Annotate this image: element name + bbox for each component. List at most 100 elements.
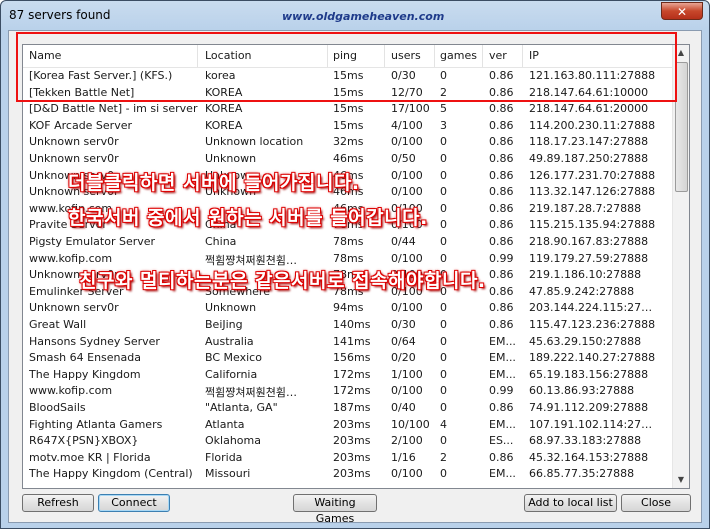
column-divider[interactable]: [197, 45, 198, 67]
cell-location: Missouri: [205, 467, 251, 481]
column-divider[interactable]: [434, 45, 435, 67]
cell-users: 0/50: [391, 152, 416, 165]
column-divider[interactable]: [384, 45, 385, 67]
cell-ip: 118.17.23.147:27888: [529, 135, 649, 149]
cell-location: Atlanta: [205, 417, 245, 431]
column-header-ip[interactable]: IP: [529, 49, 539, 62]
cell-games: 0: [440, 235, 447, 248]
cell-ver: 0.99: [489, 251, 514, 265]
cell-location: California: [205, 367, 258, 381]
table-row[interactable]: Unknown serv0r Unknown location 32ms 0/100 0…: [23, 134, 675, 151]
cell-ip: 218.147.64.61:20000: [529, 102, 649, 116]
column-divider[interactable]: [522, 45, 523, 67]
table-row[interactable]: The Happy Kingdom (Central) Missouri 203ms…: [23, 466, 675, 483]
table-row[interactable]: The Happy Kingdom California 172ms 1/100 0 EM…: [23, 367, 675, 384]
column-header-location[interactable]: Location: [205, 49, 252, 62]
cell-ver: 0.86: [489, 102, 514, 116]
cell-location: Oklahoma: [205, 434, 261, 448]
cell-ip: 49.89.187.250:27888: [529, 152, 649, 165]
cell-ip: 121.163.80.111:27888: [529, 69, 656, 82]
column-divider[interactable]: [327, 45, 328, 67]
column-divider[interactable]: [482, 45, 483, 67]
cell-ip: 126.177.231.70:27888: [529, 168, 656, 182]
table-row[interactable]: Unknown serv0r Unknown 46ms 0/50 0 0.86 49.89.…: [23, 151, 675, 168]
table-row[interactable]: Pigsty Emulator Server China 78ms 0/44 0 0.86…: [23, 234, 675, 251]
cell-name: www.kofip.com: [29, 384, 113, 398]
cell-ver: 0.86: [489, 168, 514, 182]
scrollbar-thumb[interactable]: [675, 62, 688, 192]
cell-name: Unknown serv0r: [29, 301, 119, 315]
cell-users: 0/100: [391, 185, 423, 199]
refresh-button[interactable]: Refresh: [22, 494, 94, 512]
cell-name: KOF Arcade Server: [29, 118, 133, 132]
cell-location: BC Mexico: [205, 351, 262, 365]
table-row[interactable]: www.kofip.com 쩍휨쨩쳐쩌훤쳔휨… 172ms 0/100 0 0.99 60.…: [23, 383, 675, 400]
table-row[interactable]: [Tekken Battle Net] KOREA 15ms 12/70 2 0.86 21…: [23, 85, 675, 102]
table-row[interactable]: BloodSails "Atlanta, GA" 187ms 0/40 0 0.86 74.…: [23, 400, 675, 417]
cell-ping: 46ms: [333, 152, 364, 165]
column-header-games[interactable]: games: [440, 49, 477, 62]
cell-ip: 115.215.135.94:27888: [529, 218, 656, 232]
table-row[interactable]: Great Wall BeiJing 140ms 0/30 0 0.86 115.47.12…: [23, 317, 675, 334]
cell-ver: 0.86: [489, 118, 514, 132]
cell-ping: 141ms: [333, 334, 371, 348]
cell-name: Unknown serv0r: [29, 152, 119, 165]
cell-ip: 68.97.33.183:27888: [529, 434, 642, 448]
cell-users: 0/100: [391, 384, 423, 398]
cell-ver: EM...: [489, 467, 516, 481]
cell-ver: ES...: [489, 434, 514, 448]
table-row[interactable]: Fighting Atlanta Gamers Atlanta 203ms 10/10…: [23, 417, 675, 434]
cell-name: R647X{PSN}XBOX}: [29, 434, 139, 448]
table-row[interactable]: KOF Arcade Server KOREA 15ms 4/100 3 0.86 114.…: [23, 118, 675, 135]
table-row[interactable]: R647X{PSN}XBOX} Oklahoma 203ms 2/100 0 ES... 6…: [23, 433, 675, 450]
close-button[interactable]: Close: [621, 494, 691, 512]
cell-location: "Atlanta, GA": [205, 401, 278, 414]
column-header-users[interactable]: users: [391, 49, 421, 62]
cell-ping: 203ms: [333, 434, 371, 448]
cell-users: 1/16: [391, 450, 416, 464]
cell-ip: 218.147.64.61:10000: [529, 85, 649, 99]
scroll-down-icon[interactable]: ▼: [673, 472, 689, 488]
table-row[interactable]: Hansons Sydney Server Australia 141ms 0/64 0…: [23, 334, 675, 351]
cell-games: 0: [440, 334, 447, 348]
column-header-name[interactable]: Name: [29, 49, 61, 62]
cell-games: 3: [440, 118, 447, 132]
cell-games: 0: [440, 434, 447, 448]
overlay-instruction-3: 친구와 멀티하는분은 같은서버로 접속해야합니다.: [79, 270, 486, 292]
scroll-up-icon[interactable]: ▲: [673, 45, 689, 61]
waiting-games-button[interactable]: Waiting Games: [293, 494, 377, 525]
table-row[interactable]: www.kofip.com 쩍휨쨩쳐쩌훤쳔휨… 78ms 0/100 0 0.99 119.…: [23, 251, 675, 268]
window-close-button[interactable]: ✕: [661, 2, 703, 20]
title-bar[interactable]: 87 servers found www.oldgameheaven.com ✕: [1, 1, 709, 31]
connect-button[interactable]: Connect: [98, 494, 170, 512]
cell-location: China: [205, 235, 237, 248]
cell-ver: 0.86: [489, 201, 514, 215]
table-row[interactable]: Smash 64 Ensenada BC Mexico 156ms 0/20 0 EM..…: [23, 350, 675, 367]
cell-games: 0: [440, 218, 447, 232]
cell-ver: 0.86: [489, 301, 514, 315]
cell-name: www.kofip.com: [29, 251, 113, 265]
cell-name: Unknown serv0r: [29, 135, 119, 149]
cell-ping: 140ms: [333, 318, 371, 331]
cell-ip: 119.179.27.59:27888: [529, 251, 649, 265]
column-header-ver[interactable]: ver: [489, 49, 507, 62]
table-row[interactable]: motv.moe KR | Florida Florida 203ms 1/16 2 0.…: [23, 450, 675, 467]
column-header-ping[interactable]: ping: [333, 49, 357, 62]
cell-location: KOREA: [205, 102, 243, 116]
cell-ip: 45.63.29.150:27888: [529, 334, 642, 348]
cell-users: 0/30: [391, 318, 416, 331]
cell-name: Great Wall: [29, 318, 87, 331]
cell-ip: 113.32.147.126:27888: [529, 185, 656, 199]
vertical-scrollbar[interactable]: ▲ ▼: [672, 45, 689, 488]
table-row[interactable]: [Korea Fast Server.] (KFS.) korea 15ms 0/30…: [23, 68, 675, 85]
table-row[interactable]: [D&D Battle Net] - im si server KOREA 15ms…: [23, 101, 675, 118]
cell-users: 0/20: [391, 351, 416, 365]
table-row[interactable]: Unknown serv0r Unknown 94ms 0/100 0 0.86 203.1…: [23, 300, 675, 317]
cell-ip: 219.1.186.10:27888: [529, 268, 642, 282]
cell-location: KOREA: [205, 85, 243, 99]
add-to-local-list-button[interactable]: Add to local list: [524, 494, 617, 512]
cell-ver: 0.86: [489, 268, 514, 282]
cell-ip: 189.222.140.27:27888: [529, 351, 656, 365]
cell-location: Unknown: [205, 152, 257, 165]
cell-location: Unknown: [205, 301, 257, 315]
